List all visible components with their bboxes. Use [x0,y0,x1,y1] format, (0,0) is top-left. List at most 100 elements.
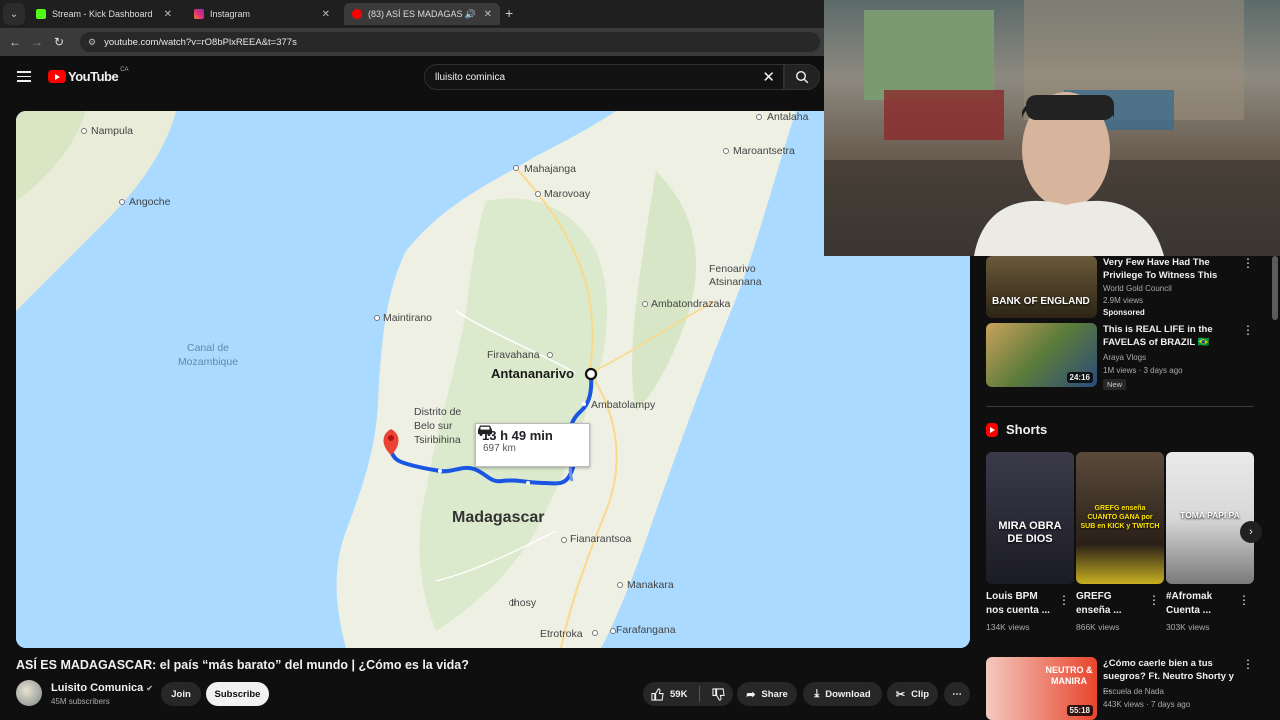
share-label: Share [761,688,788,700]
more-icon[interactable]: ⋮ [1242,256,1254,270]
short-thumbnail[interactable]: TOMA PAPI PA [1166,452,1254,584]
dislike-button[interactable] [712,687,726,701]
short-title[interactable]: #Afromak Cuenta ... [1166,590,1238,618]
map-label-fianarantsoa: Fianarantsoa [570,533,632,545]
thumbnail-text: BANK OF ENGLAND [992,296,1090,307]
subscribe-button[interactable]: Subscribe [206,682,269,706]
share-button[interactable]: ➦ Share [737,682,797,706]
video-title[interactable]: Very Few Have Had The Privilege To Witne… [1103,256,1238,282]
thumbnail-text: NEUTRO & MANIRA [1045,665,1093,686]
more-icon[interactable]: ⋮ [1242,657,1254,671]
url-text: youtube.com/watch?v=rO8bPlxREEA&t=377s [104,36,297,48]
map-label-nampula: Nampula [91,125,134,137]
menu-icon[interactable] [17,71,31,82]
channel-name[interactable]: World Gold Council [1103,284,1172,293]
audio-playing-icon[interactable]: 🔊 [465,9,476,20]
clip-button[interactable]: ✂ Clip [887,682,938,706]
map-label-marovoay: Marovoay [544,188,591,200]
search-value: lluisito cominica [435,71,506,83]
divider [986,406,1254,407]
tab-search-button[interactable]: ⌄ [3,3,25,25]
chevron-right-icon[interactable]: › [1240,521,1262,543]
route-info-box: 13 h 49 min 697 km [475,423,590,467]
more-icon[interactable]: ⋮ [1148,593,1160,607]
download-label: Download [825,688,871,700]
more-icon[interactable]: ⋮ [1242,323,1254,337]
short-overlay-text: GREFG enseña CUANTO GANA por SUB en KICK… [1080,505,1160,530]
map-label-mahajanga: Mahajanga [524,163,576,175]
duration-badge: 55:18 [1066,705,1093,716]
webcam-overlay [824,0,1280,256]
tab-label: Instagram [210,9,251,19]
scissors-icon: ✂ [895,688,906,701]
back-icon[interactable]: ← [4,35,26,49]
shorts-icon [986,422,998,437]
tab-label: Stream - Kick Dashboard [52,9,153,19]
channel-name[interactable]: Luisito Comunica ✔ [51,682,153,694]
thumbs-down-icon [712,687,726,701]
more-icon[interactable]: ⋮ [1238,593,1250,607]
reload-icon[interactable]: ↻ [48,35,70,49]
video-thumbnail[interactable]: 24:16 [986,323,1097,387]
map-label-maintirano: Maintirano [383,312,433,324]
channel-name[interactable]: Escuela de Nada [1103,687,1164,696]
short-thumbnail[interactable]: GREFG enseña CUANTO GANA por SUB en KICK… [1076,452,1164,584]
list-item[interactable]: 24:16 This is REAL LIFE in the FAVELAS o… [986,323,1266,390]
more-actions-button[interactable]: ⋯ [944,682,970,706]
short-title[interactable]: Louis BPM nos cuenta ... [986,590,1058,618]
shorts-heading: Shorts [986,422,1047,437]
short-overlay-text: TOMA PAPI PA [1180,510,1240,520]
region-code: CA [120,66,129,73]
join-button[interactable]: Join [161,682,201,706]
address-bar[interactable]: ⚙ youtube.com/watch?v=rO8bPlxREEA&t=377s [80,32,820,52]
scrollbar[interactable] [1272,256,1278,320]
subscriber-count: 45M subscribers [51,697,110,706]
clip-label: Clip [911,688,930,700]
tab-youtube-video[interactable]: (83) ASÍ ES MADAGASCAR 🔊 ✕ [344,3,500,25]
logo-text: YouTube [68,69,119,84]
video-title[interactable]: This is REAL LIFE in the FAVELAS of BRAZ… [1103,323,1238,349]
new-badge: New [1103,379,1127,390]
video-thumbnail[interactable]: BANK OF ENGLAND [986,256,1097,318]
tab-kick-dashboard[interactable]: Stream - Kick Dashboard ✕ [28,3,180,25]
duration-badge: 24:16 [1066,372,1093,383]
tab-instagram[interactable]: Instagram ✕ [186,3,338,25]
site-info-icon[interactable]: ⚙ [88,37,96,48]
clear-search-icon[interactable]: ✕ [762,68,775,86]
search-input[interactable]: lluisito cominica ✕ [424,64,784,90]
webcam-scene [824,0,1280,256]
map-label-etrotroka: Etrotroka [540,628,583,640]
new-tab-icon[interactable]: + [505,5,513,21]
close-icon[interactable]: ✕ [484,9,492,20]
download-icon: ⤓ [814,687,820,700]
view-count: 134K views [986,622,1030,632]
view-count: 2.9M views [1103,296,1144,305]
close-icon[interactable]: ✕ [322,9,330,20]
map-label-ihosy: Ihosy [511,597,537,609]
search-button[interactable] [784,64,820,90]
close-icon[interactable]: ✕ [164,9,172,20]
video-thumbnail[interactable]: NEUTRO & MANIRA 55:18 [986,657,1097,720]
map-label-firavahana: Firavahana [487,349,540,361]
share-icon: ➦ [746,688,756,701]
verified-icon: ✔ [146,684,153,693]
like-button[interactable]: 59K [651,687,687,701]
short-thumbnail[interactable]: MIRA OBRA DE DIOS [986,452,1074,584]
avatar[interactable] [16,680,42,706]
kick-favicon-icon [36,9,46,19]
download-button[interactable]: ⤓ Download [803,682,882,706]
list-item[interactable]: BANK OF ENGLAND Very Few Have Had The Pr… [986,256,1266,318]
channel-name[interactable]: Araya Vlogs [1103,353,1146,362]
map-label-antananarivo: Antananarivo [491,366,575,381]
map-label-belo-sur-tsiribihina: Distrito de Belo sur Tsiribihina [414,406,462,446]
more-icon[interactable]: ⋮ [1058,593,1070,607]
list-item[interactable]: NEUTRO & MANIRA 55:18 ¿Cómo caerle bien … [986,657,1266,720]
forward-icon[interactable]: → [26,35,48,49]
sponsored-badge: Sponsored [1103,308,1145,317]
channel-name-text: Luisito Comunica [51,682,144,694]
map-label-ambatolampy: Ambatolampy [591,399,656,411]
map-label-madagascar: Madagascar [452,509,545,526]
short-title[interactable]: GREFG enseña ... [1076,590,1148,618]
youtube-logo[interactable]: YouTube CA [48,66,129,84]
view-count: 443K views · 7 days ago [1103,700,1191,709]
